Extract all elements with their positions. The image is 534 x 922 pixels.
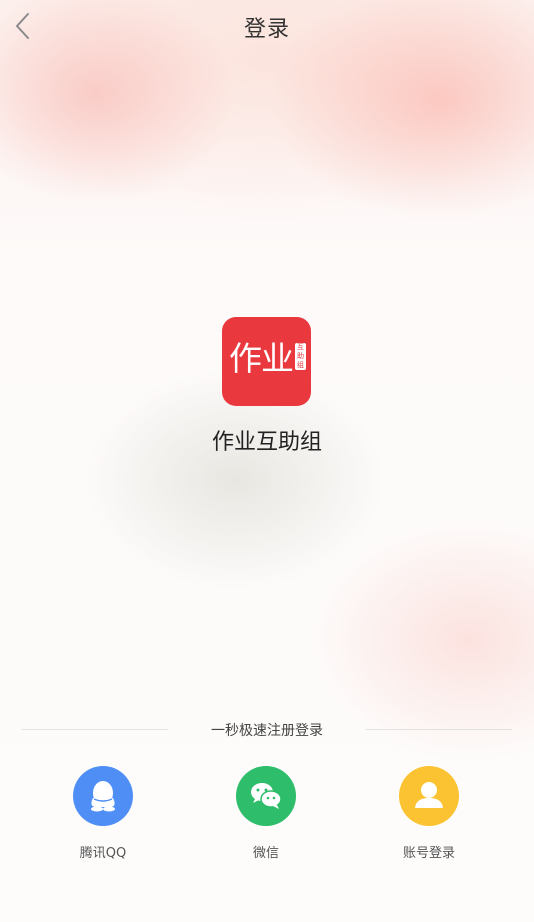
signup-divider-text: 一秒极速注册登录 [211,723,323,739]
app-logo: 作业 互助组 [222,317,311,406]
qq-login-circle [73,766,133,826]
wechat-login-label: 微信 [252,846,279,861]
account-login-label: 账号登录 [402,846,455,861]
wechat-login-circle [236,766,296,826]
divider-line-right [366,729,512,730]
header-bar: 登录 [0,0,534,52]
qq-login-button[interactable]: 腾讯QQ [43,766,163,861]
app-name: 作业互助组 [211,430,322,455]
account-login-circle [399,766,459,826]
app-logo-text: 作业 [229,339,294,378]
app-logo-badge: 互助组 [295,343,306,370]
wechat-login-button[interactable]: 微信 [206,766,326,861]
account-login-button[interactable]: 账号登录 [369,766,489,861]
wechat-icon [251,783,282,809]
user-icon [415,782,443,808]
page-title: 登录 [243,17,290,42]
qq-icon [91,781,115,812]
qq-login-label: 腾讯QQ [79,846,127,861]
